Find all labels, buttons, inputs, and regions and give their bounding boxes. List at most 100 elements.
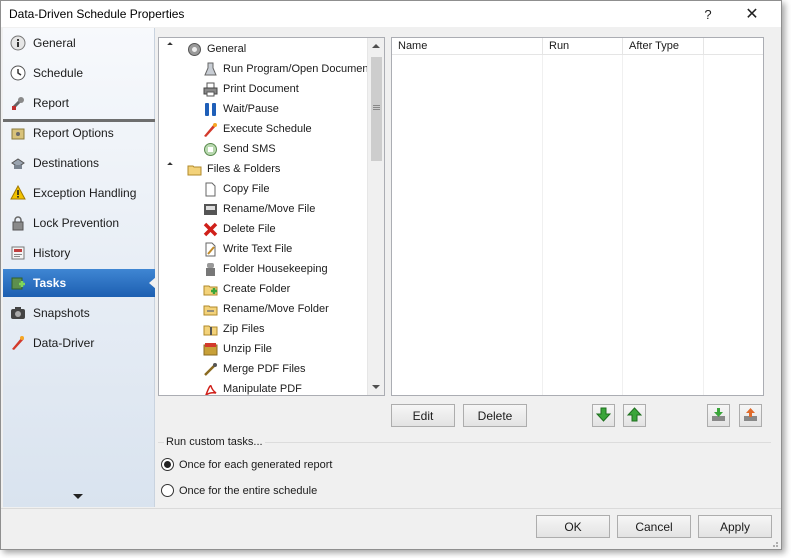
tree-item-merge-pdf[interactable]: Merge PDF Files: [202, 359, 306, 379]
tree-item-label: Wait/Pause: [223, 103, 279, 115]
tree-item-manipulate-pdf[interactable]: Manipulate PDF: [202, 379, 302, 395]
folder-icon: [186, 161, 202, 177]
tree-item-copy-file[interactable]: Copy File: [202, 179, 269, 199]
radio-entire-schedule[interactable]: Once for the entire schedule: [161, 484, 317, 497]
task-tree[interactable]: General Run Program/Open Document Print …: [158, 37, 385, 396]
scroll-thumb[interactable]: [371, 57, 382, 161]
warning-icon: [9, 184, 27, 202]
tree-item-wait-pause[interactable]: Wait/Pause: [202, 99, 279, 119]
tree-item-label: Send SMS: [223, 143, 276, 155]
sidebar-item-label: Schedule: [33, 66, 84, 80]
sidebar-item-label: General: [33, 36, 76, 50]
title-bar: Data-Driven Schedule Properties ? ✕: [1, 1, 781, 27]
tree-item-label: Run Program/Open Document: [223, 63, 372, 75]
tree-item-label: Copy File: [223, 183, 270, 195]
arrow-up-icon: [626, 406, 643, 425]
close-button[interactable]: ✕: [737, 3, 767, 25]
sms-icon: [202, 141, 218, 157]
gear-icon: [186, 41, 202, 57]
scroll-up-icon[interactable]: [372, 44, 380, 48]
tree-item-run-program[interactable]: Run Program/Open Document: [202, 59, 372, 79]
cancel-button[interactable]: Cancel: [617, 515, 691, 538]
clock-icon: [9, 64, 27, 82]
export-tasks-button[interactable]: [739, 404, 762, 427]
scroll-down-icon[interactable]: [372, 385, 380, 389]
ok-button[interactable]: OK: [536, 515, 610, 538]
column-header-after-type[interactable]: After Type: [623, 38, 704, 55]
sidebar-item-label: Exception Handling: [33, 186, 137, 200]
column-header-extra[interactable]: [704, 38, 763, 55]
import-tasks-button[interactable]: [707, 404, 730, 427]
column-header-name[interactable]: Name: [392, 38, 543, 55]
column-divider: [542, 55, 543, 395]
sidebar-item-history[interactable]: History: [3, 239, 155, 267]
sidebar-item-report[interactable]: Report: [3, 89, 155, 117]
tree-item-label: Execute Schedule: [223, 123, 312, 135]
tree-item-zip-files[interactable]: Zip Files: [202, 319, 265, 339]
destinations-icon: [9, 154, 27, 172]
rename-file-icon: [202, 201, 218, 217]
execute-icon: [202, 121, 218, 137]
radio-each-report[interactable]: Once for each generated report: [161, 458, 332, 471]
tree-item-label: Zip Files: [223, 323, 265, 335]
tree-item-label: Print Document: [223, 83, 299, 95]
delete-button[interactable]: Delete: [463, 404, 527, 427]
tree-item-rename-move-folder[interactable]: Rename/Move Folder: [202, 299, 329, 319]
column-header-run[interactable]: Run: [543, 38, 623, 55]
help-button[interactable]: ?: [693, 3, 723, 25]
tree-item-write-text-file[interactable]: Write Text File: [202, 239, 292, 259]
sidebar-item-report-options[interactable]: Report Options: [3, 119, 155, 147]
run-program-icon: [202, 61, 218, 77]
tree-item-folder-housekeeping[interactable]: Folder Housekeeping: [202, 259, 328, 279]
sidebar-item-label: Report Options: [33, 126, 114, 140]
tree-scrollbar[interactable]: [367, 38, 384, 395]
apply-button[interactable]: Apply: [698, 515, 772, 538]
tree-item-rename-move-file[interactable]: Rename/Move File: [202, 199, 315, 219]
sidebar-item-schedule[interactable]: Schedule: [3, 59, 155, 87]
create-folder-icon: [202, 281, 218, 297]
window-title: Data-Driven Schedule Properties: [9, 7, 185, 21]
sidebar-item-destinations[interactable]: Destinations: [3, 149, 155, 177]
list-header: Name Run After Type: [392, 38, 763, 55]
tree-group-general[interactable]: General: [186, 39, 246, 59]
tree-item-execute-schedule[interactable]: Execute Schedule: [202, 119, 312, 139]
sidebar-more-arrow-icon[interactable]: [73, 494, 83, 499]
report-options-icon: [9, 124, 27, 142]
resize-grip-icon[interactable]: [769, 537, 779, 547]
radio-unselected-icon[interactable]: [161, 484, 174, 497]
sidebar-item-snapshots[interactable]: Snapshots: [3, 299, 155, 327]
tree-item-label: Merge PDF Files: [223, 363, 306, 375]
tree-item-print-document[interactable]: Print Document: [202, 79, 299, 99]
zip-icon: [202, 321, 218, 337]
sidebar-item-label: Lock Prevention: [33, 216, 120, 230]
rename-folder-icon: [202, 301, 218, 317]
custom-tasks-label: Run custom tasks...: [164, 436, 265, 448]
move-down-button[interactable]: [592, 404, 615, 427]
task-list[interactable]: Name Run After Type: [391, 37, 764, 396]
sidebar-item-data-driver[interactable]: Data-Driver: [3, 329, 155, 357]
tree-group-files-folders[interactable]: Files & Folders: [186, 159, 280, 179]
delete-icon: [202, 221, 218, 237]
tree-item-unzip-file[interactable]: Unzip File: [202, 339, 272, 359]
radio-label: Once for the entire schedule: [179, 484, 318, 497]
tree-item-label: Rename/Move File: [223, 203, 316, 215]
tree-item-label: Delete File: [223, 223, 276, 235]
tree-item-create-folder[interactable]: Create Folder: [202, 279, 290, 299]
move-up-button[interactable]: [623, 404, 646, 427]
tree-item-send-sms[interactable]: Send SMS: [202, 139, 276, 159]
import-icon: [711, 407, 726, 425]
tree-item-delete-file[interactable]: Delete File: [202, 219, 276, 239]
radio-selected-icon[interactable]: [161, 458, 174, 471]
edit-button[interactable]: Edit: [391, 404, 455, 427]
sidebar-item-lock-prevention[interactable]: Lock Prevention: [3, 209, 155, 237]
file-icon: [202, 181, 218, 197]
sidebar-item-label: Data-Driver: [33, 336, 95, 350]
expand-arrow-icon[interactable]: [167, 42, 173, 48]
tree-item-label: Manipulate PDF: [223, 383, 302, 395]
sidebar-item-tasks[interactable]: Tasks: [3, 269, 156, 297]
expand-arrow-icon[interactable]: [167, 162, 173, 168]
radio-label: Once for each generated report: [179, 458, 333, 471]
sidebar-item-general[interactable]: General: [3, 29, 155, 57]
sidebar-item-exception-handling[interactable]: Exception Handling: [3, 179, 155, 207]
tree-group-label: General: [207, 43, 247, 55]
